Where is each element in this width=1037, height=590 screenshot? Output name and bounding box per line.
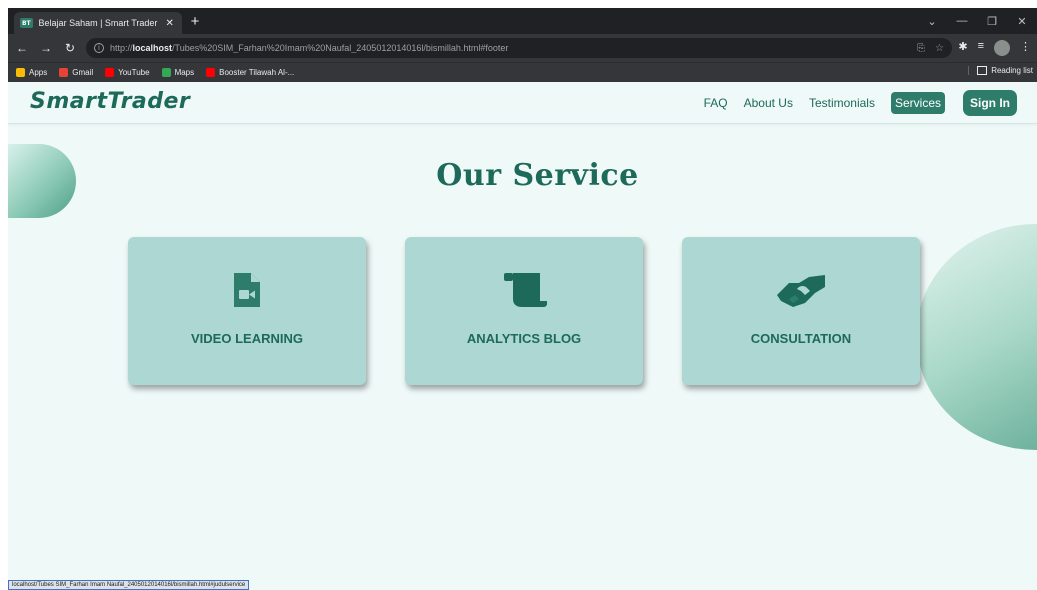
status-bar-url: localhost/Tubes SIM_Farhan Imam Naufal_2… [8, 580, 250, 590]
tab-search-icon[interactable]: ⌄ [917, 8, 947, 34]
handshake-icon [777, 275, 825, 307]
tab-title: Belajar Saham | Smart Trader [38, 18, 158, 28]
back-icon[interactable]: ← [14, 40, 30, 56]
url-text[interactable]: http://localhost/Tubes%20SIM_Farhan%20Im… [110, 43, 911, 53]
browser-chrome: BT Belajar Saham | Smart Trader ✕ + ⌄ — … [8, 8, 1037, 82]
sign-in-button[interactable]: Sign In [963, 90, 1017, 116]
bookmark-booster-tilawah[interactable]: Booster Tilawah Al-... [206, 68, 294, 77]
nav-link-about-us[interactable]: About Us [744, 96, 793, 110]
forward-icon[interactable]: → [38, 40, 54, 56]
youtube-icon [105, 68, 115, 77]
youtube-icon [206, 68, 216, 77]
service-card-analytics-blog[interactable]: ANALYTICS BLOG [405, 237, 643, 385]
reload-icon[interactable]: ↻ [62, 40, 78, 56]
menu-icon[interactable]: ⋮ [1020, 40, 1031, 56]
toolbar-icons: ✱ ≡ ⋮ [958, 40, 1031, 56]
browser-tab[interactable]: BT Belajar Saham | Smart Trader ✕ [14, 12, 182, 34]
decorative-circle-right [916, 224, 1037, 450]
tab-close-icon[interactable]: ✕ [163, 18, 176, 29]
media-icon[interactable]: ≡ [978, 40, 984, 56]
address-bar[interactable]: i http://localhost/Tubes%20SIM_Farhan%20… [86, 38, 952, 58]
page-viewport: SmartTrader FAQ About Us Testimonials Se… [8, 82, 1037, 590]
reading-list-button[interactable]: Reading list [968, 66, 1033, 75]
bookmark-maps[interactable]: Maps [161, 68, 194, 77]
service-card-consultation[interactable]: CONSULTATION [682, 237, 920, 385]
bookmark-youtube[interactable]: YouTube [105, 68, 150, 77]
nav-links: FAQ About Us Testimonials Services Sign … [688, 90, 1017, 116]
nav-link-faq[interactable]: FAQ [704, 96, 728, 110]
gmail-icon [59, 68, 69, 77]
bookmark-gmail[interactable]: Gmail [59, 68, 93, 77]
site-favicon: BT [20, 18, 33, 28]
site-logo[interactable]: SmartTrader [30, 89, 190, 114]
restore-icon[interactable]: ❐ [977, 8, 1007, 34]
window-controls: ⌄ — ❐ ✕ [917, 8, 1037, 34]
address-bar-row: ← → ↻ i http://localhost/Tubes%20SIM_Far… [8, 34, 1037, 62]
profile-avatar[interactable] [994, 40, 1010, 56]
new-tab-icon[interactable]: + [186, 13, 204, 31]
site-navbar: SmartTrader FAQ About Us Testimonials Se… [8, 82, 1037, 124]
nav-link-testimonials[interactable]: Testimonials [809, 96, 875, 110]
maps-icon [161, 68, 171, 77]
service-card-label: CONSULTATION [750, 331, 852, 346]
extensions-icon[interactable]: ✱ [958, 40, 967, 56]
omnibox-actions: ⎘ ☆ [917, 43, 944, 54]
section-heading: Our Service [436, 158, 639, 193]
tab-bar: BT Belajar Saham | Smart Trader ✕ + ⌄ — … [8, 8, 1037, 34]
close-window-icon[interactable]: ✕ [1007, 8, 1037, 34]
service-card-video-learning[interactable]: VIDEO LEARNING [128, 237, 366, 385]
video-file-icon [234, 273, 260, 307]
bookmark-apps[interactable]: Apps [16, 68, 47, 77]
service-card-label: ANALYTICS BLOG [466, 331, 582, 346]
apps-icon [16, 68, 25, 77]
minimize-icon[interactable]: — [947, 8, 977, 34]
scroll-icon [504, 273, 547, 307]
bookmark-star-icon[interactable]: ☆ [935, 43, 944, 54]
bookmarks-bar: Apps Gmail YouTube Maps Booster Tilawah … [8, 62, 1037, 82]
nav-link-services[interactable]: Services [890, 92, 945, 114]
reading-list-icon [977, 66, 988, 75]
site-info-icon[interactable]: i [94, 43, 104, 53]
service-card-label: VIDEO LEARNING [191, 331, 303, 346]
share-icon[interactable]: ⎘ [917, 43, 925, 54]
